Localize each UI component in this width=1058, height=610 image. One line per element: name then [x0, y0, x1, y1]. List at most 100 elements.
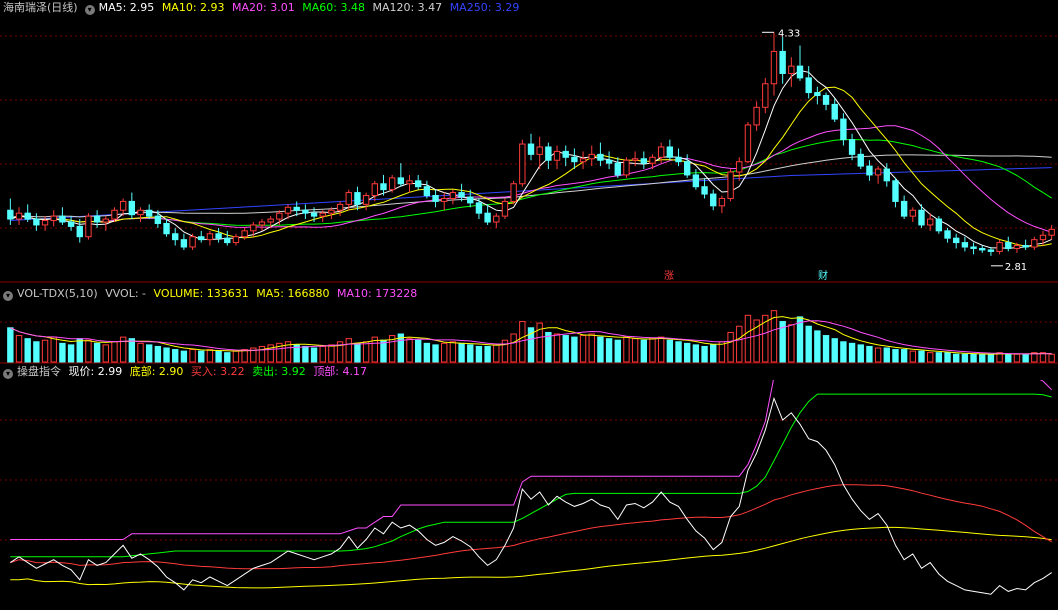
candle-body-down	[970, 246, 977, 249]
candle-body-up	[727, 171, 734, 199]
candle-body-down	[1022, 245, 1029, 248]
volume-bar	[857, 344, 864, 363]
legend-ma20: MA20: 3.01	[232, 1, 295, 14]
candle	[67, 216, 75, 231]
chevron-down-icon[interactable]: ▾	[3, 369, 13, 379]
volume-bar	[93, 342, 101, 363]
candle-body-down	[354, 192, 361, 205]
legend-vol-ma10: MA10: 173228	[337, 287, 418, 300]
candle-body-down	[840, 118, 847, 141]
volume-legend: ▾ VOL-TDX(5,10) VVOL: - VOLUME: 133631 MA…	[0, 286, 421, 302]
candle	[7, 198, 14, 225]
candle	[979, 245, 986, 253]
legend-volume: VOLUME: 133631	[153, 287, 249, 300]
candle-body-down	[475, 202, 483, 214]
candle-body-up	[623, 159, 630, 176]
candle-body-down	[302, 209, 309, 214]
candle-body-down	[397, 177, 405, 185]
candle	[597, 142, 604, 167]
candle-body-down	[145, 209, 153, 217]
volume-bar	[180, 350, 188, 363]
candle-body-up	[41, 220, 49, 226]
candle-body-down	[93, 215, 101, 223]
candle-body-down	[944, 230, 951, 239]
volume-bar	[736, 325, 743, 363]
indicator-chart[interactable]	[0, 380, 1058, 610]
volume-bar	[892, 349, 899, 363]
candle	[1048, 224, 1055, 240]
volume-bar	[979, 353, 986, 363]
candle-body-up	[1031, 239, 1038, 248]
candle-body-down	[484, 212, 491, 223]
volume-bar	[944, 352, 951, 363]
candle	[588, 145, 595, 167]
volume-bar	[822, 335, 830, 363]
candle-body-down	[33, 218, 40, 226]
legend-bottom: 底部: 2.90	[129, 365, 184, 378]
volume-bar	[796, 316, 804, 363]
volume-bar	[33, 341, 40, 363]
candle-body-down	[848, 139, 856, 155]
chevron-down-icon[interactable]: ▾	[84, 5, 95, 15]
volume-bar	[59, 342, 66, 363]
volume-bar	[510, 333, 517, 363]
volume-bar	[67, 344, 75, 363]
candle-body-up	[102, 218, 109, 223]
candle	[614, 157, 621, 178]
volume-bar	[15, 335, 23, 363]
candle-body-up	[15, 212, 23, 220]
candle	[198, 230, 205, 243]
candle	[900, 195, 908, 220]
volume-bar	[241, 349, 248, 363]
candle	[874, 166, 882, 184]
low-label: 2.81	[1005, 262, 1027, 273]
candle	[388, 174, 396, 193]
candle-body-down	[605, 159, 613, 164]
volume-bar	[302, 345, 309, 363]
volume-chart[interactable]	[0, 302, 1058, 364]
candle-body-up	[493, 215, 500, 223]
candle-body-up	[189, 236, 196, 248]
candle	[623, 157, 630, 178]
volume-bar	[631, 338, 639, 363]
candle	[562, 145, 569, 167]
buy-line	[10, 484, 1052, 570]
candle-body-up	[718, 197, 726, 207]
volume-bar	[41, 339, 49, 363]
candle	[224, 230, 231, 246]
candle-body-down	[163, 222, 170, 235]
candle-body-up	[328, 209, 335, 214]
volume-bar	[449, 341, 457, 363]
candle-body-up	[744, 124, 752, 163]
candle-body-up	[345, 192, 352, 205]
volume-bar	[102, 344, 109, 363]
chevron-down-icon[interactable]: ▾	[3, 291, 13, 301]
stock-title: 海南瑞泽(日线)	[3, 1, 78, 14]
volume-bar	[918, 350, 925, 363]
legend-ma120: MA120: 3.47	[372, 1, 443, 14]
candle-body-up	[85, 215, 92, 238]
candle-body-down	[822, 95, 830, 105]
volume-bar	[666, 339, 674, 363]
volume-bar	[874, 347, 882, 363]
candle	[718, 195, 726, 214]
candle	[172, 227, 179, 246]
candle-body-up	[362, 195, 370, 205]
candle-body-up	[206, 233, 214, 241]
candle	[762, 77, 769, 114]
candle	[15, 207, 23, 225]
candle	[779, 36, 786, 84]
candle	[336, 201, 344, 217]
candle	[519, 139, 526, 187]
candle	[1005, 236, 1012, 252]
candle-body-down	[198, 236, 205, 241]
volume-bar	[441, 342, 448, 363]
candle	[510, 180, 517, 205]
candle	[50, 210, 57, 227]
candle-body-down	[987, 249, 995, 252]
candlestick-chart[interactable]: 4.33 2.81 涨 财	[0, 16, 1058, 284]
candle-body-up	[284, 206, 292, 214]
volume-bar	[423, 342, 431, 363]
candle-body-down	[805, 77, 812, 94]
candle-body-down	[892, 180, 899, 202]
